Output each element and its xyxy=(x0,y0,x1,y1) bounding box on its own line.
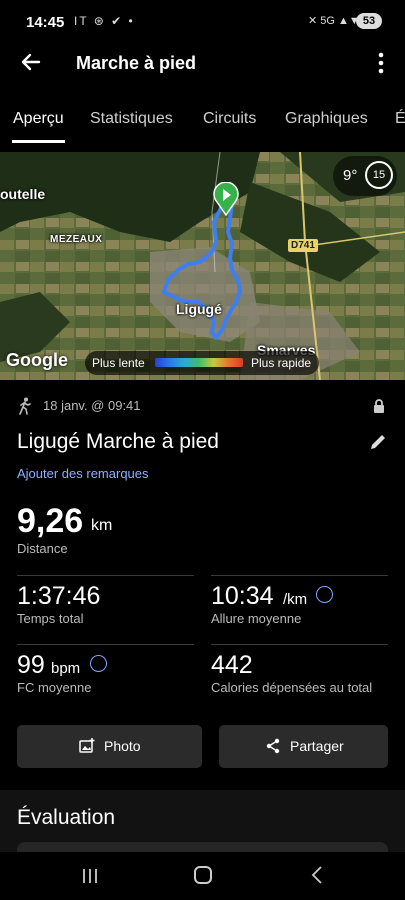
home-icon[interactable] xyxy=(194,866,212,884)
calories-value: 442 xyxy=(211,651,253,679)
legend-gradient-bar xyxy=(155,358,243,367)
google-logo: Google xyxy=(6,350,68,370)
tab-apercu[interactable]: Aperçu xyxy=(13,110,64,128)
tab-statistiques[interactable]: Statistiques xyxy=(90,110,173,128)
tab-graphiques[interactable]: Graphiques xyxy=(285,110,368,128)
more-options-icon[interactable] xyxy=(368,50,394,76)
road-label: D741 xyxy=(288,239,318,252)
wind-dial-icon: 15 xyxy=(365,161,393,189)
heart-rate-value: 99 xyxy=(17,651,45,679)
divider xyxy=(211,575,388,576)
add-photo-icon xyxy=(79,738,95,753)
recent-apps-icon[interactable] xyxy=(80,868,100,884)
activity-title: Ligugé Marche à pied xyxy=(17,430,219,453)
total-time-value: 1:37:46 xyxy=(17,582,101,610)
share-icon xyxy=(266,738,280,754)
status-bar: 14:45 IT ⊛ ✔ • ✕ 5G ▲▼ ▮▮ 53 xyxy=(0,0,405,44)
weather-widget[interactable]: 9° 15 xyxy=(333,156,397,196)
distance-label: Distance xyxy=(17,541,68,556)
photo-button-label: Photo xyxy=(104,738,141,754)
legend-fast-label: Plus rapide xyxy=(251,356,312,370)
legend-slow-label: Plus lente xyxy=(92,356,145,370)
tab-circuits[interactable]: Circuits xyxy=(203,110,256,128)
pace-info-icon[interactable] xyxy=(316,586,333,603)
pace-value: 10:34 xyxy=(211,582,274,610)
pace-label: Allure moyenne xyxy=(211,611,302,626)
active-tab-indicator xyxy=(12,140,65,143)
divider xyxy=(17,644,194,645)
nav-back-icon[interactable] xyxy=(310,866,324,884)
back-arrow-icon[interactable] xyxy=(18,49,44,75)
map-place-liguge: Ligugé xyxy=(176,301,222,317)
total-time-label: Temps total xyxy=(17,611,84,626)
share-button-label: Partager xyxy=(290,738,344,754)
add-remarks-link[interactable]: Ajouter des remarques xyxy=(17,466,149,481)
battery-icon: 53 xyxy=(356,13,382,29)
divider xyxy=(17,575,194,576)
pace-unit: /km xyxy=(283,591,308,608)
status-notification-icons: IT ⊛ ✔ • xyxy=(74,14,135,28)
heart-rate-info-icon[interactable] xyxy=(90,655,107,672)
edit-pencil-icon[interactable] xyxy=(368,432,388,452)
map-place-outelle: outelle xyxy=(0,186,46,202)
heart-rate-label: FC moyenne xyxy=(17,680,92,695)
distance-unit: km xyxy=(91,517,113,534)
weather-temperature: 9° xyxy=(343,167,358,184)
distance-value: 9,26 xyxy=(17,502,84,540)
pace-legend: Plus lente Plus rapide xyxy=(85,351,319,375)
lock-icon[interactable] xyxy=(372,398,386,414)
page-title: Marche à pied xyxy=(76,53,197,73)
tab-evaluation-partial[interactable]: É xyxy=(395,110,405,128)
calories-label: Calories dépensées au total xyxy=(211,680,373,695)
map-place-mezeaux: MEZEAUX xyxy=(50,234,103,245)
share-button[interactable]: Partager xyxy=(219,725,388,768)
photo-button[interactable]: Photo xyxy=(17,725,202,768)
status-time: 14:45 xyxy=(26,14,65,31)
activity-date: 18 janv. @ 09:41 xyxy=(43,398,141,413)
start-marker-icon xyxy=(213,182,239,216)
divider xyxy=(211,644,388,645)
evaluation-title: Évaluation xyxy=(17,806,116,829)
walking-icon xyxy=(18,397,32,415)
heart-rate-unit: bpm xyxy=(51,660,81,677)
